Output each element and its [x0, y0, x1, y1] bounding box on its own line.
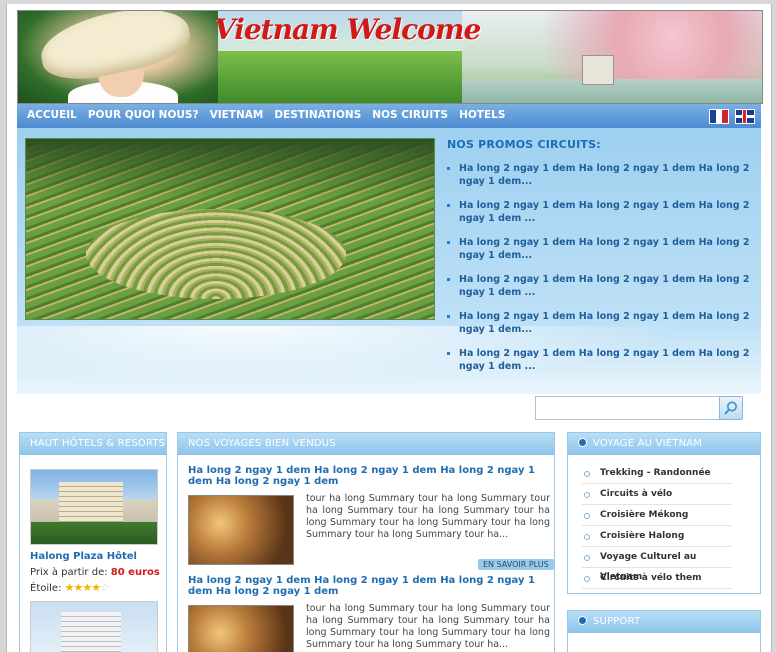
hotel-building-second	[61, 612, 121, 652]
hotels-box-title: HAUT HÔTELS & RESORTS	[20, 433, 166, 455]
hotel-building	[59, 482, 123, 522]
voyages-box-title: NOS VOYAGES BIEN VENDUS	[178, 433, 554, 455]
bullet-icon	[578, 438, 587, 447]
page-frame: Vietnam Welcome ACCUEIL POUR QUOI NOUS? …	[6, 4, 772, 652]
search-button[interactable]	[719, 396, 743, 420]
tour-title-link[interactable]: Ha long 2 ngay 1 dem Ha long 2 ngay 1 de…	[188, 465, 548, 487]
promo-link[interactable]: Ha long 2 ngay 1 dem Ha long 2 ngay 1 de…	[447, 199, 763, 236]
tour-photo[interactable]	[188, 605, 294, 652]
voyage-link-croisiere-halong[interactable]: Croisière Halong	[582, 526, 732, 547]
english-flag-icon[interactable]	[735, 109, 755, 124]
banner-tower	[582, 55, 614, 85]
support-title: SUPPORT	[568, 611, 760, 633]
support-title-text: SUPPORT	[593, 616, 641, 627]
price-value: 80 euros	[110, 567, 160, 578]
voyage-link-trekking[interactable]: Trekking - Randonnée	[582, 463, 732, 484]
photo-forest	[26, 139, 434, 199]
menu-items: ACCUEIL POUR QUOI NOUS? VIETNAM DESTINAT…	[27, 109, 516, 121]
voyage-vietnam-box: VOYAGE AU VIETNAM Trekking - Randonnée C…	[567, 432, 761, 594]
tour-title-link[interactable]: Ha long 2 ngay 1 dem Ha long 2 ngay 1 de…	[188, 575, 548, 597]
banner-girl-photo	[18, 11, 218, 103]
search-input[interactable]	[535, 396, 721, 420]
voyage-vietnam-list: Trekking - Randonnée Circuits à vélo Cro…	[582, 463, 732, 589]
stars-label: Étoile:	[30, 583, 62, 594]
bullet-icon	[578, 616, 587, 625]
en-savoir-plus-button[interactable]: EN SAVOIR PLUS	[478, 559, 554, 570]
photo-terraces	[86, 209, 346, 299]
tour-summary: tour ha long Summary tour ha long Summar…	[306, 493, 550, 540]
voyage-link-circuits-velo-them[interactable]: Circuits à vélo them	[582, 568, 732, 589]
menu-destinations[interactable]: DESTINATIONS	[274, 109, 361, 121]
voyage-link-croisiere-mekong[interactable]: Croisière Mékong	[582, 505, 732, 526]
promo-link[interactable]: Ha long 2 ngay 1 dem Ha long 2 ngay 1 de…	[447, 162, 763, 199]
promos-title: NOS PROMOS CIRCUITS:	[447, 138, 601, 151]
menu-nos-circuits[interactable]: NOS CIRUITS	[372, 109, 448, 121]
tour-summary: tour ha long Summary tour ha long Summar…	[306, 603, 550, 650]
promo-link[interactable]: Ha long 2 ngay 1 dem Ha long 2 ngay 1 de…	[447, 310, 763, 347]
banner-title: Vietnam Welcome	[214, 13, 481, 46]
hero-rice-terrace-photo	[25, 138, 435, 320]
price-label: Prix à partir de:	[30, 567, 108, 578]
hotel-photo-second[interactable]	[30, 601, 158, 652]
voyage-link-circuits-velo[interactable]: Circuits à vélo	[582, 484, 732, 505]
promo-link[interactable]: Ha long 2 ngay 1 dem Ha long 2 ngay 1 de…	[447, 273, 763, 310]
hotel-photo[interactable]	[30, 469, 158, 545]
star-icons-filled: ★★★★	[64, 581, 101, 594]
search-icon	[724, 401, 737, 415]
main-menu: ACCUEIL POUR QUOI NOUS? VIETNAM DESTINAT…	[17, 104, 761, 128]
menu-vietnam[interactable]: VIETNAM	[210, 109, 264, 121]
hotels-box: HAUT HÔTELS & RESORTS Halong Plaza Hôtel…	[19, 432, 167, 652]
voyage-link-culturel[interactable]: Voyage Culturel au Vietnam	[582, 547, 732, 582]
hotel-name-link[interactable]: Halong Plaza Hôtel	[30, 551, 137, 562]
tour-photo[interactable]	[188, 495, 294, 565]
star-icon-empty: ☆	[100, 581, 110, 594]
voyage-vietnam-title: VOYAGE AU VIETNAM	[568, 433, 760, 455]
voyages-box: NOS VOYAGES BIEN VENDUS Ha long 2 ngay 1…	[177, 432, 555, 652]
header-banner: Vietnam Welcome	[17, 10, 763, 104]
french-flag-icon[interactable]	[709, 109, 729, 124]
voyage-vietnam-title-text: VOYAGE AU VIETNAM	[593, 438, 703, 449]
menu-hotels[interactable]: HOTELS	[459, 109, 505, 121]
menu-accueil[interactable]: ACCUEIL	[27, 109, 77, 121]
support-box: SUPPORT	[567, 610, 761, 652]
promos-list: Ha long 2 ngay 1 dem Ha long 2 ngay 1 de…	[447, 162, 763, 384]
promo-link[interactable]: Ha long 2 ngay 1 dem Ha long 2 ngay 1 de…	[447, 236, 763, 273]
hotel-rating: Étoile: ★★★★☆	[30, 581, 110, 594]
hotel-price: Prix à partir de: 80 euros	[30, 567, 160, 578]
promo-link[interactable]: Ha long 2 ngay 1 dem Ha long 2 ngay 1 de…	[447, 347, 763, 384]
menu-pour-quoi-nous[interactable]: POUR QUOI NOUS?	[88, 109, 199, 121]
hero-section: NOS PROMOS CIRCUITS: Ha long 2 ngay 1 de…	[17, 128, 763, 396]
